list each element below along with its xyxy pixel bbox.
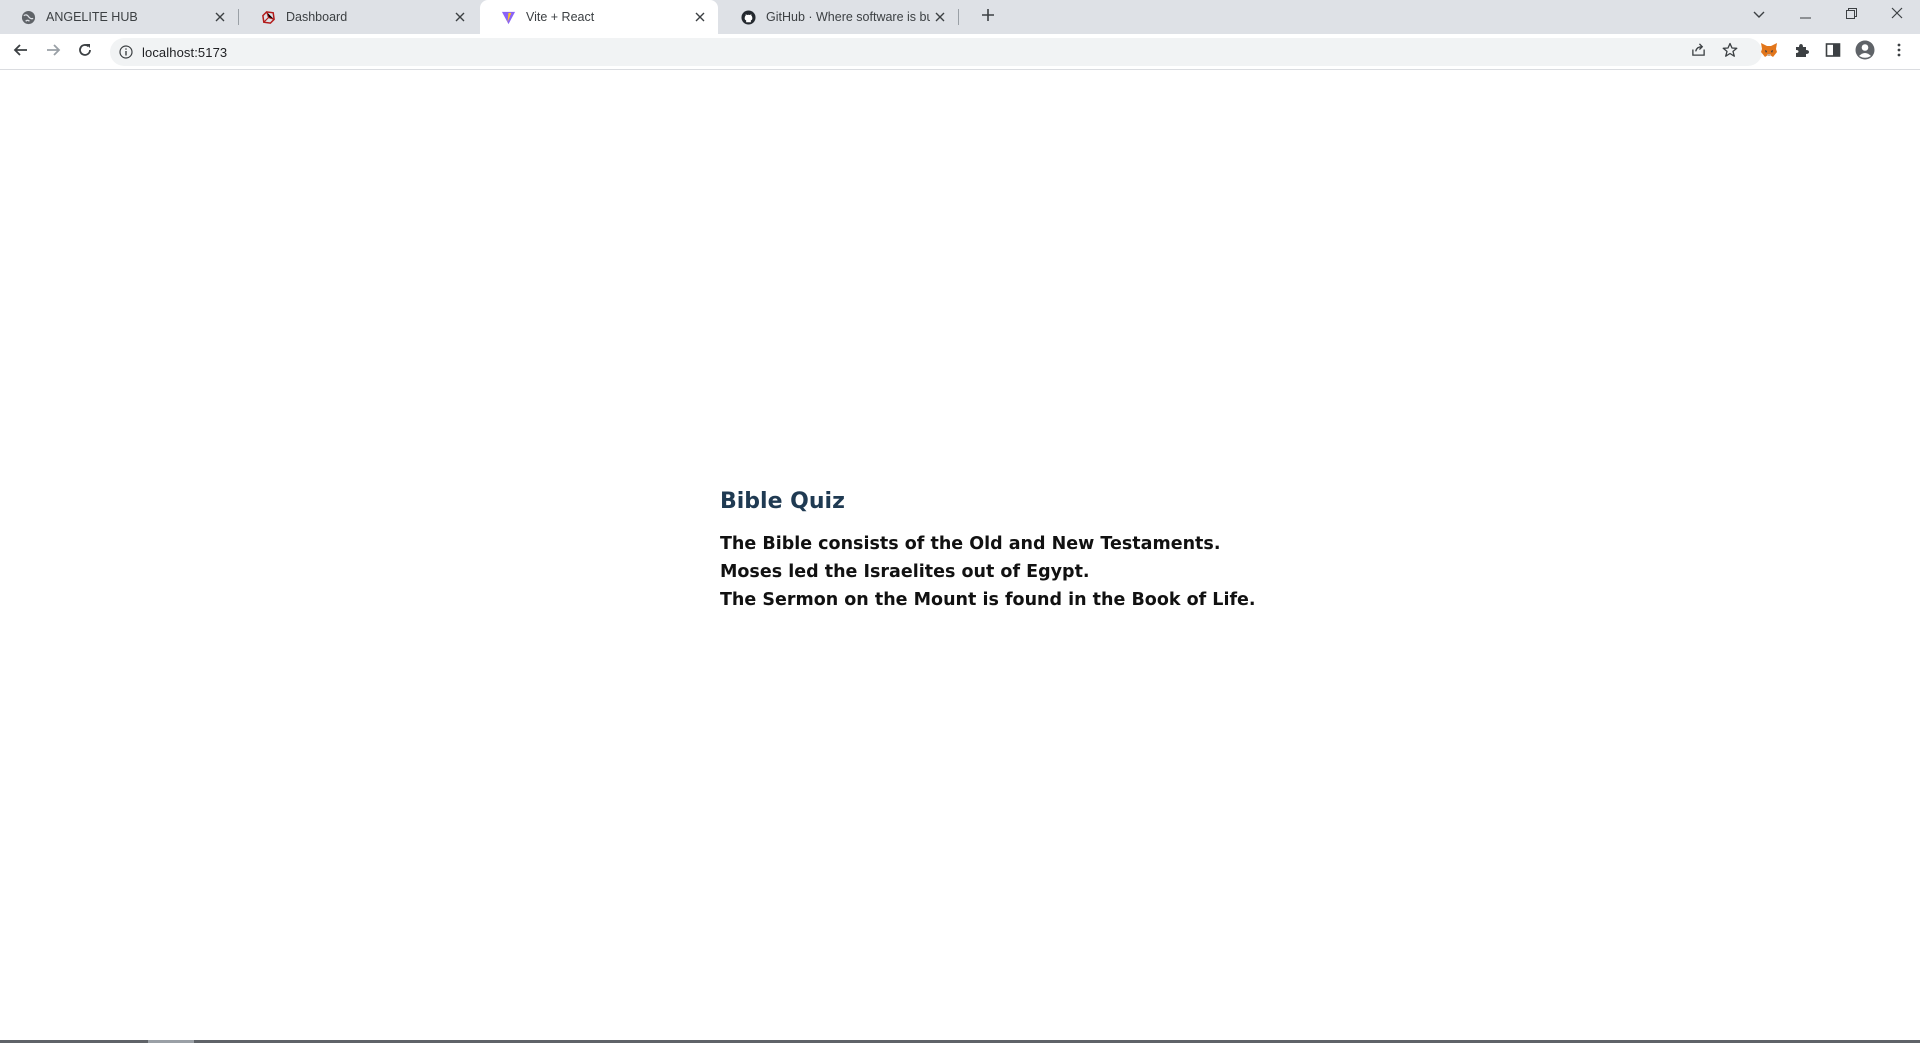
- tab-title: ANGELITE HUB: [46, 10, 138, 24]
- tab-vite-react[interactable]: Vite + React: [480, 0, 718, 34]
- share-icon: [1691, 42, 1706, 62]
- tab-title: GitHub · Where software is built: [766, 10, 930, 24]
- close-window-button[interactable]: [1874, 0, 1920, 30]
- new-tab-button[interactable]: [976, 5, 1000, 29]
- browser-window: ANGELITE HUB Dashboard Vite + React GitH…: [0, 0, 1920, 1043]
- tab-dashboard[interactable]: Dashboard: [240, 0, 478, 34]
- page-title: Bible Quiz: [720, 489, 845, 514]
- quiz-statement: Moses led the Israelites out of Egypt.: [720, 562, 1090, 582]
- reload-button[interactable]: [71, 38, 99, 66]
- globe-icon: [20, 9, 36, 25]
- plus-icon: [981, 8, 995, 27]
- tab-search-button[interactable]: [1736, 0, 1782, 30]
- star-icon: [1722, 42, 1738, 63]
- extensions-button[interactable]: [1789, 40, 1813, 64]
- close-tab-icon[interactable]: [450, 7, 470, 27]
- tab-title: Vite + React: [526, 10, 595, 24]
- metamask-extension-button[interactable]: [1757, 40, 1781, 64]
- tab-title: Dashboard: [286, 10, 348, 24]
- share-button[interactable]: [1686, 40, 1710, 64]
- close-tab-icon[interactable]: [930, 7, 950, 27]
- ruby-icon: [260, 9, 276, 25]
- quiz-statement: The Bible consists of the Old and New Te…: [720, 534, 1221, 554]
- profile-button[interactable]: [1853, 40, 1877, 64]
- info-icon[interactable]: [118, 44, 134, 60]
- vite-icon: [500, 9, 516, 25]
- browser-toolbar: localhost:5173: [0, 34, 1920, 70]
- github-icon: [740, 9, 756, 25]
- quiz-statement: The Sermon on the Mount is found in the …: [720, 590, 1256, 610]
- back-button[interactable]: [7, 38, 35, 66]
- puzzle-icon: [1793, 42, 1809, 63]
- tab-separator: [958, 9, 959, 25]
- close-tab-icon[interactable]: [210, 7, 230, 27]
- restore-button[interactable]: [1828, 0, 1874, 30]
- minimize-icon: [1799, 6, 1811, 24]
- close-tab-icon[interactable]: [690, 7, 710, 27]
- side-panel-button[interactable]: [1821, 40, 1845, 64]
- quiz-container: Bible Quiz The Bible consists of the Old…: [720, 489, 1256, 614]
- tab-angelite-hub[interactable]: ANGELITE HUB: [0, 0, 239, 34]
- browser-menu-button[interactable]: [1887, 40, 1911, 64]
- metamask-fox-icon: [1760, 42, 1778, 63]
- tab-strip: ANGELITE HUB Dashboard Vite + React GitH…: [0, 0, 1920, 34]
- page-viewport: Bible Quiz The Bible consists of the Old…: [0, 71, 1920, 1040]
- address-bar[interactable]: localhost:5173: [110, 38, 1762, 66]
- arrow-left-icon: [13, 42, 29, 63]
- bookmark-button[interactable]: [1718, 40, 1742, 64]
- tab-github[interactable]: GitHub · Where software is built: [720, 0, 959, 34]
- restore-icon: [1845, 6, 1857, 24]
- reload-icon: [77, 42, 93, 63]
- chevron-down-icon: [1753, 6, 1765, 24]
- forward-button[interactable]: [39, 38, 67, 66]
- kebab-menu-icon: [1897, 43, 1901, 62]
- side-panel-icon: [1825, 42, 1841, 63]
- url-text: localhost:5173: [142, 44, 228, 60]
- arrow-right-icon: [45, 42, 61, 63]
- close-icon: [1891, 6, 1903, 24]
- avatar-icon: [1855, 40, 1875, 65]
- minimize-button[interactable]: [1782, 0, 1828, 30]
- tab-separator: [238, 9, 239, 25]
